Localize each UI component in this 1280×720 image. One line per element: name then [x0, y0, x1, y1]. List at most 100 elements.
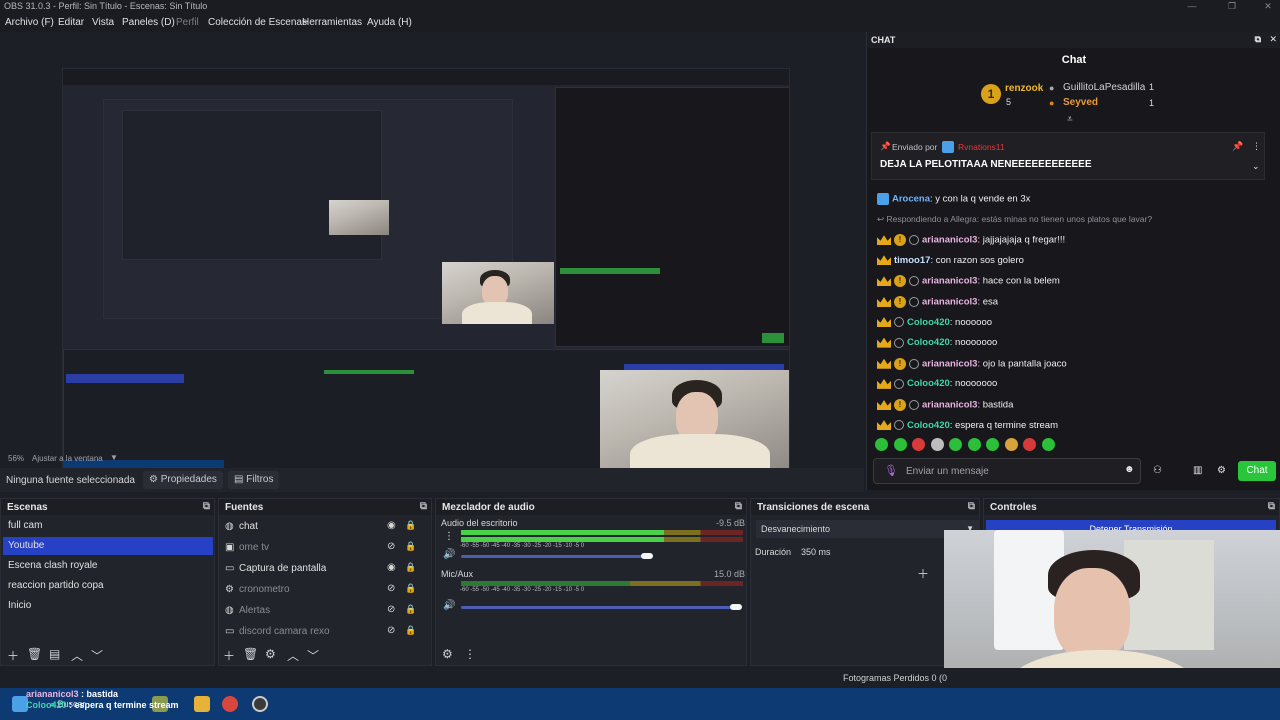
emote-icon[interactable] — [912, 438, 925, 451]
gear-icon[interactable]: ⚙ — [1217, 465, 1226, 476]
more-vertical-icon[interactable]: ⋮ — [464, 647, 476, 661]
bits-icon[interactable]: ⚇ — [1153, 465, 1162, 476]
lock-icon[interactable]: 🔒 — [405, 562, 416, 573]
fit-window-dropdown[interactable]: Ajustar a la ventana — [32, 454, 103, 463]
add-icon[interactable]: ＋ — [7, 647, 19, 664]
chat-username[interactable]: Coloo420 — [907, 378, 950, 389]
volume-knob[interactable] — [641, 553, 653, 559]
eye-off-icon[interactable]: ⊘ — [387, 604, 395, 615]
chat-input-box[interactable]: 🎙 Enviar un mensaje ☻ — [873, 458, 1141, 484]
menu-editar[interactable]: Editar — [58, 17, 84, 28]
add-icon[interactable]: ＋ — [223, 647, 235, 664]
eye-off-icon[interactable]: ⊘ — [387, 625, 395, 636]
volume-slider[interactable] — [461, 555, 651, 558]
chevron-up-icon[interactable]: ︿ — [287, 647, 299, 664]
eye-off-icon[interactable]: ⊘ — [387, 583, 395, 594]
trash-icon[interactable]: 🗑 — [243, 647, 258, 661]
menu-vista[interactable]: Vista — [92, 17, 114, 28]
emote-icon[interactable] — [986, 438, 999, 451]
emote-icon[interactable] — [930, 438, 944, 451]
chat-username[interactable]: Coloo420 — [907, 420, 950, 431]
lock-icon[interactable]: 🔒 — [405, 520, 416, 531]
chevron-up-icon[interactable]: ︿ — [71, 647, 83, 664]
undock-icon[interactable]: ⧉ — [420, 501, 427, 512]
chat-username[interactable]: Coloo420 — [907, 337, 950, 348]
volume-slider[interactable] — [461, 606, 737, 609]
eye-icon[interactable]: ◉ — [387, 520, 396, 531]
chevron-down-icon[interactable]: ﹀ — [307, 647, 319, 664]
emote-icon[interactable] — [1023, 438, 1036, 451]
undock-icon[interactable]: ⧉ — [968, 501, 975, 512]
scene-item[interactable]: Escena clash royale — [3, 557, 213, 575]
chat-username[interactable]: ariananicol3 — [922, 400, 977, 411]
chat-send-button[interactable]: Chat — [1238, 461, 1276, 481]
properties-button[interactable]: ⚙ Propiedades — [143, 471, 223, 489]
source-item[interactable]: ▭ Captura de pantalla ◉ 🔒 — [221, 560, 421, 578]
undock-icon[interactable]: ⧉ — [735, 501, 742, 512]
source-item[interactable]: ⚙ cronometro ⊘ 🔒 — [221, 581, 421, 599]
source-item[interactable]: ◍ chat ◉ 🔒 — [221, 518, 421, 536]
emote-icon[interactable] — [967, 438, 981, 451]
chat-username[interactable]: ariananicol3 — [922, 276, 977, 287]
filters-button[interactable]: ▤ Filtros — [228, 471, 280, 489]
more-vertical-icon[interactable]: ⋮ — [444, 531, 454, 542]
close-icon[interactable]: ✕ — [1269, 34, 1277, 45]
chevron-down-icon[interactable]: ⌄ — [1252, 161, 1260, 172]
chevron-down-icon[interactable]: ▼ — [110, 453, 118, 462]
emote-icon[interactable] — [875, 438, 888, 451]
duration-input[interactable]: 350 ms — [801, 547, 831, 557]
chat-username[interactable]: Arocena — [892, 194, 930, 205]
menu-coleccion[interactable]: Colección de Escenas — [208, 17, 307, 28]
chat-username[interactable]: Coloo420 — [907, 317, 950, 328]
folder-icon[interactable] — [194, 696, 210, 712]
preview-area[interactable] — [0, 32, 864, 478]
menu-archivo[interactable]: Archivo (F) — [5, 17, 54, 28]
store-icon[interactable]: ▥ — [1193, 465, 1202, 476]
emote-icon[interactable] — [893, 438, 907, 451]
scene-item[interactable]: Inicio — [3, 597, 213, 615]
maximize-icon[interactable]: ❐ — [1224, 1, 1240, 12]
expand-icon[interactable]: ⩡ — [1067, 114, 1073, 125]
undock-icon[interactable]: ⧉ — [1268, 501, 1275, 512]
emote-icon[interactable] — [1041, 438, 1055, 451]
add-icon[interactable]: ＋ — [917, 565, 929, 582]
menu-ayuda[interactable]: Ayuda (H) — [367, 17, 412, 28]
lock-icon[interactable]: 🔒 — [405, 541, 416, 552]
eye-icon[interactable]: ◉ — [387, 562, 396, 573]
preview-canvas[interactable] — [62, 68, 790, 478]
eye-off-icon[interactable]: ⊘ — [387, 541, 395, 552]
chrome-icon[interactable] — [222, 696, 238, 712]
lock-icon[interactable]: 🔒 — [405, 604, 416, 615]
source-item[interactable]: ▣ ome tv ⊘ 🔒 — [221, 539, 421, 557]
source-item[interactable]: ▭ discord camara rexo ⊘ 🔒 — [221, 623, 421, 641]
filter-icon[interactable]: ▤ — [49, 647, 60, 661]
chevron-down-icon[interactable]: ﹀ — [91, 647, 103, 664]
chat-username[interactable]: timoo17 — [894, 255, 930, 266]
menu-perfil[interactable]: Perfil — [176, 17, 199, 28]
volume-knob[interactable] — [730, 604, 742, 610]
undock-icon[interactable]: ⧉ — [1255, 34, 1261, 45]
menu-herramientas[interactable]: Herramientas — [302, 17, 362, 28]
scene-item[interactable]: Youtube — [3, 537, 213, 555]
obs-icon[interactable] — [252, 696, 268, 712]
scene-item[interactable]: full cam — [3, 517, 213, 535]
menu-paneles[interactable]: Paneles (D) — [122, 17, 175, 28]
lock-icon[interactable]: 🔒 — [405, 625, 416, 636]
close-icon[interactable]: ✕ — [1260, 1, 1276, 12]
trash-icon[interactable]: 🗑 — [27, 647, 42, 661]
scene-item[interactable]: reaccion partido copa — [3, 577, 213, 595]
emoji-icon[interactable]: ☻ — [1124, 464, 1135, 475]
pin-icon[interactable]: 📌 — [1232, 141, 1243, 152]
emote-icon[interactable] — [949, 438, 962, 451]
chat-username[interactable]: ariananicol3 — [922, 235, 977, 246]
gear-icon[interactable]: ⚙ — [442, 647, 453, 661]
emote-icon[interactable] — [1004, 438, 1018, 451]
lock-icon[interactable]: 🔒 — [405, 583, 416, 594]
more-vertical-icon[interactable]: ⋮ — [1252, 141, 1261, 152]
chat-username[interactable]: ariananicol3 — [922, 297, 977, 308]
mic-icon[interactable]: 🎙 — [884, 464, 898, 477]
gear-icon[interactable]: ⚙ — [265, 647, 276, 661]
minimize-icon[interactable]: — — [1184, 1, 1200, 11]
chat-username[interactable]: ariananicol3 — [922, 358, 977, 369]
undock-icon[interactable]: ⧉ — [203, 501, 210, 512]
